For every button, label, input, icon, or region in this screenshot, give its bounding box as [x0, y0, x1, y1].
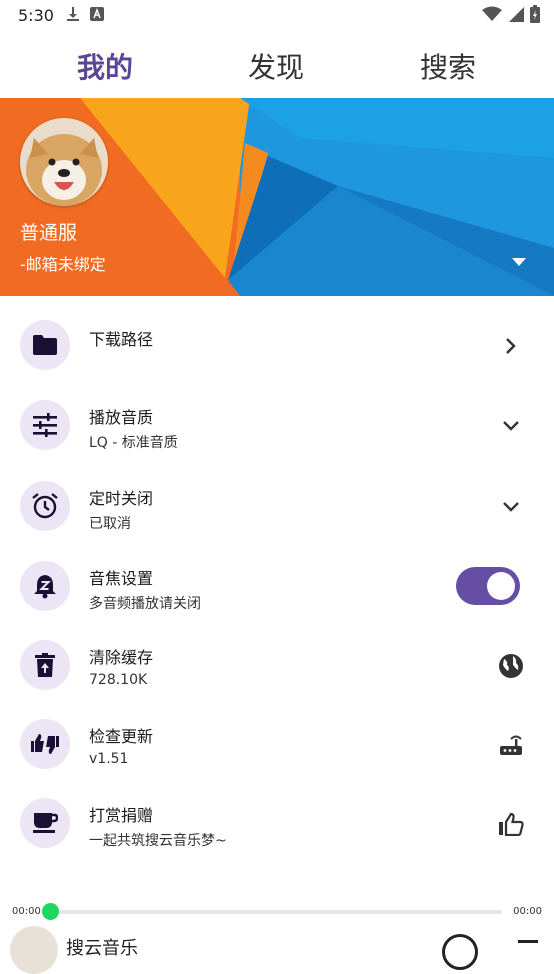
setting-audio-focus[interactable]: 音焦设置 多音频播放请关闭: [0, 547, 554, 625]
status-bar: 5:30: [0, 0, 554, 32]
chevron-down-icon[interactable]: [498, 494, 524, 520]
now-playing-title: 搜云音乐: [66, 938, 138, 959]
user-name: 普通服: [20, 222, 78, 244]
battery-icon: [530, 5, 540, 23]
progress-thumb[interactable]: [42, 903, 59, 920]
email-status: -邮箱未绑定: [20, 255, 106, 274]
chevron-down-icon[interactable]: [498, 413, 524, 439]
thumb-up-outline-icon[interactable]: [498, 811, 524, 837]
icon-circle: [20, 320, 70, 370]
setting-download-path[interactable]: 下载路径: [0, 306, 554, 384]
status-left-icons: [66, 6, 104, 22]
play-button[interactable]: [442, 934, 478, 970]
setting-title: 打赏捐赠: [89, 806, 154, 825]
icon-circle: [20, 798, 70, 848]
setting-clear-cache[interactable]: 清除缓存 728.10K: [0, 626, 554, 704]
thumbs-up-down-icon: [31, 734, 59, 754]
setting-subtitle: 一起共筑搜云音乐梦~: [89, 833, 227, 849]
album-cover[interactable]: [10, 926, 58, 974]
tab-discover[interactable]: 发现: [248, 46, 304, 86]
wifi-icon: [482, 6, 502, 21]
icon-circle: [20, 719, 70, 769]
setting-title: 播放音质: [89, 408, 154, 427]
mini-player: 00:00 00:00 搜云音乐: [0, 896, 554, 974]
setting-donate[interactable]: 打赏捐赠 一起共筑搜云音乐梦~: [0, 784, 554, 862]
total-time: 00:00: [513, 906, 542, 917]
setting-subtitle: 728.10K: [89, 672, 148, 688]
coffee-cup-icon: [33, 813, 58, 833]
setting-title: 定时关闭: [89, 489, 154, 508]
user-avatar[interactable]: [20, 118, 108, 206]
progress-track[interactable]: [50, 910, 502, 914]
icon-circle: [20, 561, 70, 611]
snooze-bell-icon: [34, 575, 56, 599]
tune-icon: [33, 413, 57, 437]
setting-play-quality[interactable]: 播放音质 LQ - 标准音质: [0, 386, 554, 464]
keyboard-a-icon: [90, 7, 104, 21]
toggle-knob: [487, 572, 515, 600]
chevron-right-icon[interactable]: [498, 333, 524, 359]
setting-title: 检查更新: [89, 727, 154, 746]
icon-circle: [20, 400, 70, 450]
download-icon: [67, 7, 79, 21]
signal-icon: [509, 7, 524, 22]
playlist-icon[interactable]: [518, 940, 538, 943]
alarm-icon: [32, 493, 58, 519]
tab-mine[interactable]: 我的: [77, 46, 133, 86]
setting-subtitle: 已取消: [89, 516, 131, 532]
status-right-icons: [482, 5, 540, 23]
setting-title: 下载路径: [89, 330, 154, 349]
globe-icon[interactable]: [498, 653, 524, 679]
setting-title: 音焦设置: [89, 569, 154, 588]
icon-circle: [20, 640, 70, 690]
folder-icon: [33, 335, 57, 355]
current-time: 00:00: [12, 906, 41, 917]
setting-subtitle: LQ - 标准音质: [89, 435, 178, 451]
profile-banner: 普通服 -邮箱未绑定: [0, 98, 554, 296]
setting-title: 清除缓存: [89, 648, 154, 667]
setting-subtitle: v1.51: [89, 751, 129, 767]
router-icon[interactable]: [498, 732, 524, 758]
delete-icon: [35, 653, 55, 677]
audio-focus-toggle[interactable]: [456, 567, 520, 605]
icon-circle: [20, 481, 70, 531]
status-time: 5:30: [18, 6, 54, 25]
setting-check-update[interactable]: 检查更新 v1.51: [0, 705, 554, 783]
dog-avatar-image: [20, 118, 108, 206]
top-tabs: 我的 发现 搜索: [0, 32, 554, 98]
dropdown-caret-icon[interactable]: [512, 258, 526, 266]
tab-search[interactable]: 搜索: [420, 46, 476, 86]
setting-timer-close[interactable]: 定时关闭 已取消: [0, 467, 554, 545]
setting-subtitle: 多音频播放请关闭: [89, 596, 201, 612]
